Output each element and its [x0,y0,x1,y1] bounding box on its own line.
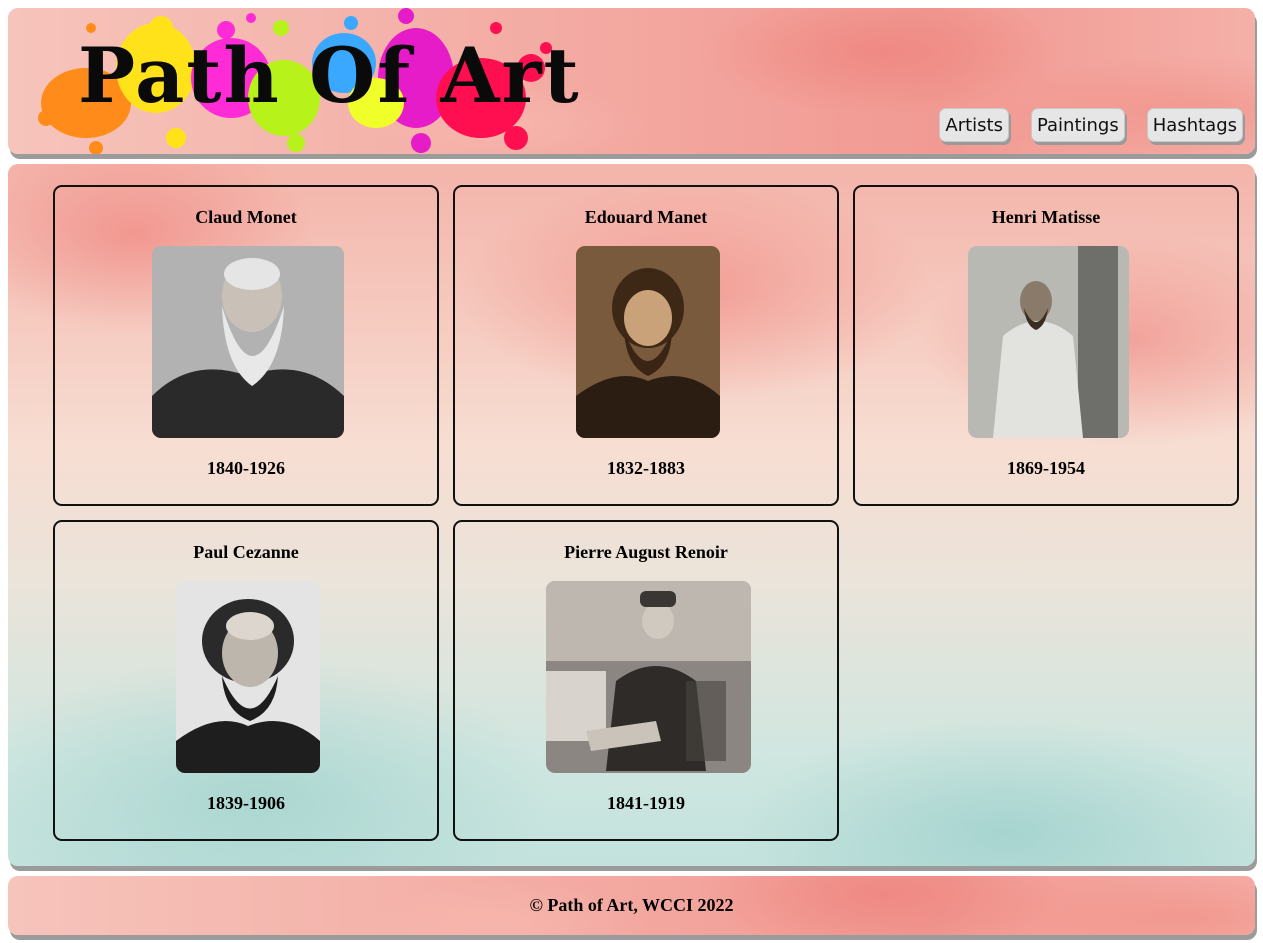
artists-grid: Claud Monet 1840-1926 Edouard Manet 1832… [8,164,1255,866]
artist-portrait[interactable] [576,246,720,438]
artist-card-cezanne[interactable]: Paul Cezanne 1839-1906 [53,520,439,841]
site-header: Path Of Art Artists Paintings Hashtags [8,8,1255,154]
artist-card-renoir[interactable]: Pierre August Renoir 1841-1919 [453,520,839,841]
artist-name: Claud Monet [195,207,297,227]
nav-hashtags-button[interactable]: Hashtags [1146,108,1243,142]
artist-name: Paul Cezanne [193,542,299,562]
artist-name: Henri Matisse [991,207,1101,227]
artist-portrait[interactable] [176,581,320,773]
artist-card-monet[interactable]: Claud Monet 1840-1926 [53,185,439,506]
artist-card-manet[interactable]: Edouard Manet 1832-1883 [453,185,839,506]
nav-artists-button[interactable]: Artists [939,108,1009,142]
site-footer: © Path of Art, WCCI 2022 [8,876,1255,935]
artist-portrait[interactable] [546,581,751,773]
footer-copyright: © Path of Art, WCCI 2022 [529,895,734,915]
main-nav: Artists Paintings Hashtags [939,108,1243,142]
artist-portrait[interactable] [968,246,1129,438]
artist-years: 1869-1954 [1007,458,1085,478]
artist-card-matisse[interactable]: Henri Matisse 1869-1954 [853,185,1239,506]
artist-years: 1832-1883 [607,458,685,478]
nav-paintings-button[interactable]: Paintings [1030,108,1125,142]
artist-name: Edouard Manet [584,207,708,227]
artist-portrait[interactable] [152,246,344,438]
artist-years: 1840-1926 [207,458,285,478]
artist-name: Pierre August Renoir [564,542,728,562]
logo[interactable]: Path Of Art [26,8,579,154]
logo-text: Path Of Art [78,31,581,120]
artist-years: 1839-1906 [207,793,285,813]
artist-years: 1841-1919 [607,793,685,813]
